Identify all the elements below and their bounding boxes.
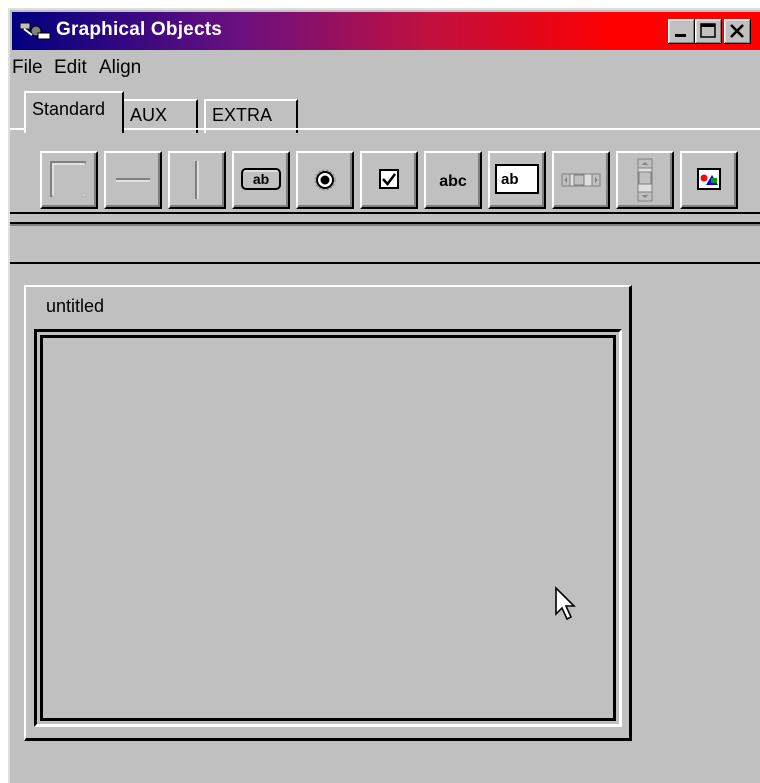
title-bar[interactable]: Graphical Objects <box>12 12 760 50</box>
vertical-line-tool[interactable] <box>168 151 226 209</box>
vertical-scrollbar-tool[interactable] <box>616 151 674 209</box>
maximize-icon <box>700 23 716 38</box>
document-title: untitled <box>46 296 105 316</box>
menu-bar: File Edit Align <box>10 55 760 85</box>
drawing-canvas[interactable] <box>40 335 616 721</box>
mouse-pointer-icon <box>555 586 576 621</box>
menu-file[interactable]: File <box>12 57 43 79</box>
radio-button-tool[interactable] <box>296 151 354 209</box>
static-text-icon: abc <box>439 173 467 190</box>
window-title: Graphical Objects <box>56 19 223 40</box>
push-button-icon: ab <box>241 168 281 190</box>
document-frame <box>34 329 622 727</box>
tab-strip: AUX EXTRA Standard <box>10 91 760 133</box>
text-field-tool[interactable]: ab <box>488 151 546 209</box>
picture-icon <box>697 168 721 190</box>
tab-standard-label: Standard <box>32 99 106 119</box>
text-field-tool-text: ab <box>501 171 519 188</box>
horizontal-line-tool[interactable] <box>104 151 162 209</box>
rectangle-tool[interactable] <box>40 151 98 209</box>
document-window[interactable]: untitled <box>24 285 632 741</box>
text-field-icon: ab <box>495 164 539 194</box>
tab-extra-label: EXTRA <box>212 105 273 125</box>
image-tool[interactable] <box>680 151 738 209</box>
close-icon <box>730 24 744 38</box>
minimize-icon <box>675 34 686 37</box>
horizontal-line-icon <box>116 178 150 182</box>
label-tool[interactable]: abc <box>424 151 482 209</box>
vertical-line-icon <box>195 161 199 199</box>
button-tool[interactable]: ab <box>232 151 290 209</box>
button-tool-text: ab <box>253 171 269 187</box>
horizontal-scrollbar-tool[interactable] <box>552 151 610 209</box>
label-tool-text: abc <box>439 173 467 190</box>
horizontal-scrollbar-icon <box>561 173 601 187</box>
rectangle-icon <box>50 161 86 197</box>
tool-panel-divider <box>10 212 760 214</box>
close-button[interactable] <box>724 19 751 44</box>
tab-aux-label: AUX <box>130 105 168 125</box>
app-window: Graphical Objects File Edit Align AUX EX… <box>8 8 760 783</box>
tab-standard[interactable]: Standard <box>24 91 124 133</box>
maximize-button[interactable] <box>695 19 722 44</box>
vertical-scrollbar-icon <box>637 158 653 202</box>
checkbox-tool[interactable] <box>360 151 418 209</box>
minimize-button[interactable] <box>668 19 695 44</box>
menu-align[interactable]: Align <box>99 57 141 79</box>
radio-button-icon <box>314 169 336 191</box>
status-strip <box>10 222 760 264</box>
checkbox-icon <box>379 169 399 189</box>
menu-edit[interactable]: Edit <box>54 57 87 79</box>
app-logo-icon <box>19 22 51 40</box>
